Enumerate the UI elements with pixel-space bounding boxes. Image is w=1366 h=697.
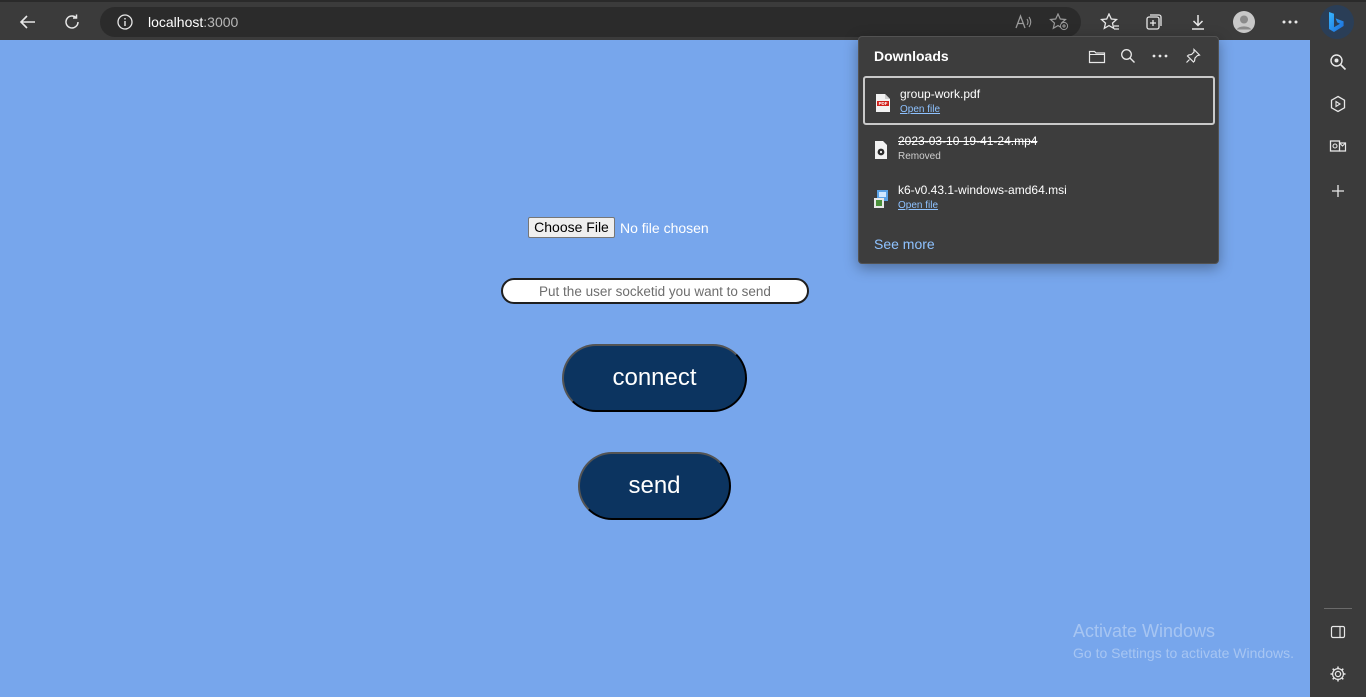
open-file-link[interactable]: Open file xyxy=(898,200,938,211)
address-bar[interactable]: localhost:3000 xyxy=(100,7,1081,37)
sidebar-shopping-button[interactable] xyxy=(1324,90,1352,118)
connect-button[interactable]: connect xyxy=(562,344,747,412)
see-more-link[interactable]: See more xyxy=(874,236,935,252)
add-favorite-button[interactable] xyxy=(1048,11,1070,33)
back-button[interactable] xyxy=(12,6,44,38)
url-host: localhost xyxy=(148,14,204,30)
bing-button[interactable] xyxy=(1320,5,1354,39)
add-icon xyxy=(1332,185,1344,197)
outlook-icon xyxy=(1329,140,1347,152)
info-icon xyxy=(117,14,133,30)
more-icon xyxy=(1282,20,1298,24)
installer-file-icon xyxy=(874,190,888,208)
downloads-panel: Downloads PDF group-work.pdf Open file 2… xyxy=(858,36,1219,264)
profile-button[interactable] xyxy=(1228,6,1260,38)
file-picker: Choose File No file chosen xyxy=(528,217,709,238)
video-file-icon xyxy=(875,141,887,159)
pin-icon xyxy=(1186,48,1201,63)
back-icon xyxy=(19,15,35,29)
browser-toolbar: localhost:3000 xyxy=(0,0,1366,40)
watermark-title: Activate Windows xyxy=(1073,621,1216,641)
sidebar-divider xyxy=(1324,608,1352,609)
url-port: :3000 xyxy=(203,14,239,30)
download-file-name: 2023-03-10 19-41-24.mp4 xyxy=(898,134,1038,148)
favorites-button[interactable] xyxy=(1094,6,1126,38)
folder-icon xyxy=(1088,50,1106,63)
read-aloud-icon xyxy=(1015,14,1032,29)
download-status: Removed xyxy=(898,151,941,162)
choose-file-button[interactable]: Choose File xyxy=(528,217,615,238)
collections-button[interactable] xyxy=(1138,6,1170,38)
watermark-subtitle: Go to Settings to activate Windows. xyxy=(1073,645,1294,661)
download-file-name: group-work.pdf xyxy=(900,87,981,101)
send-button[interactable]: send xyxy=(578,452,731,520)
sidebar-add-button[interactable] xyxy=(1324,177,1352,205)
more-button[interactable] xyxy=(1274,6,1306,38)
search-downloads-button[interactable] xyxy=(1116,45,1140,67)
svg-text:PDF: PDF xyxy=(879,101,888,106)
profile-icon xyxy=(1233,11,1255,33)
more-icon xyxy=(1152,54,1168,58)
sidebar-settings-button[interactable] xyxy=(1324,660,1352,688)
read-aloud-button[interactable] xyxy=(1012,11,1034,33)
shopping-icon xyxy=(1330,95,1346,113)
download-item[interactable]: k6-v0.43.1-windows-amd64.msi Open file xyxy=(863,174,1215,223)
hide-sidebar-icon xyxy=(1330,625,1346,639)
no-file-chosen-text: No file chosen xyxy=(620,219,709,236)
hide-sidebar-button[interactable] xyxy=(1324,618,1352,646)
downloads-title: Downloads xyxy=(874,48,949,64)
download-item[interactable]: PDF group-work.pdf Open file xyxy=(863,76,1215,125)
refresh-button[interactable] xyxy=(56,6,88,38)
downloads-icon xyxy=(1192,15,1204,30)
sidebar-outlook-button[interactable] xyxy=(1324,132,1352,160)
collections-icon xyxy=(1146,14,1162,30)
open-downloads-folder-button[interactable] xyxy=(1085,45,1109,67)
downloads-more-button[interactable] xyxy=(1148,45,1172,67)
bing-icon xyxy=(1329,12,1344,32)
add-favorite-icon xyxy=(1049,13,1069,31)
refresh-icon xyxy=(65,14,79,29)
search-icon xyxy=(1121,49,1135,63)
pdf-file-icon: PDF xyxy=(876,94,890,112)
search-icon xyxy=(1330,54,1347,71)
downloads-button[interactable] xyxy=(1182,6,1214,38)
sidebar-search-button[interactable] xyxy=(1324,48,1352,76)
favorites-icon xyxy=(1100,13,1119,30)
url-text: localhost:3000 xyxy=(148,14,238,30)
site-info-button[interactable] xyxy=(116,13,134,36)
activate-windows-watermark: Activate Windows Go to Settings to activ… xyxy=(1073,621,1294,661)
socket-id-input[interactable] xyxy=(501,278,809,304)
browser-sidebar xyxy=(1310,40,1366,697)
download-item[interactable]: 2023-03-10 19-41-24.mp4 Removed xyxy=(863,125,1215,174)
pin-downloads-button[interactable] xyxy=(1181,45,1205,67)
download-file-name: k6-v0.43.1-windows-amd64.msi xyxy=(898,183,1067,197)
open-file-link[interactable]: Open file xyxy=(900,104,940,115)
settings-icon xyxy=(1330,666,1346,682)
